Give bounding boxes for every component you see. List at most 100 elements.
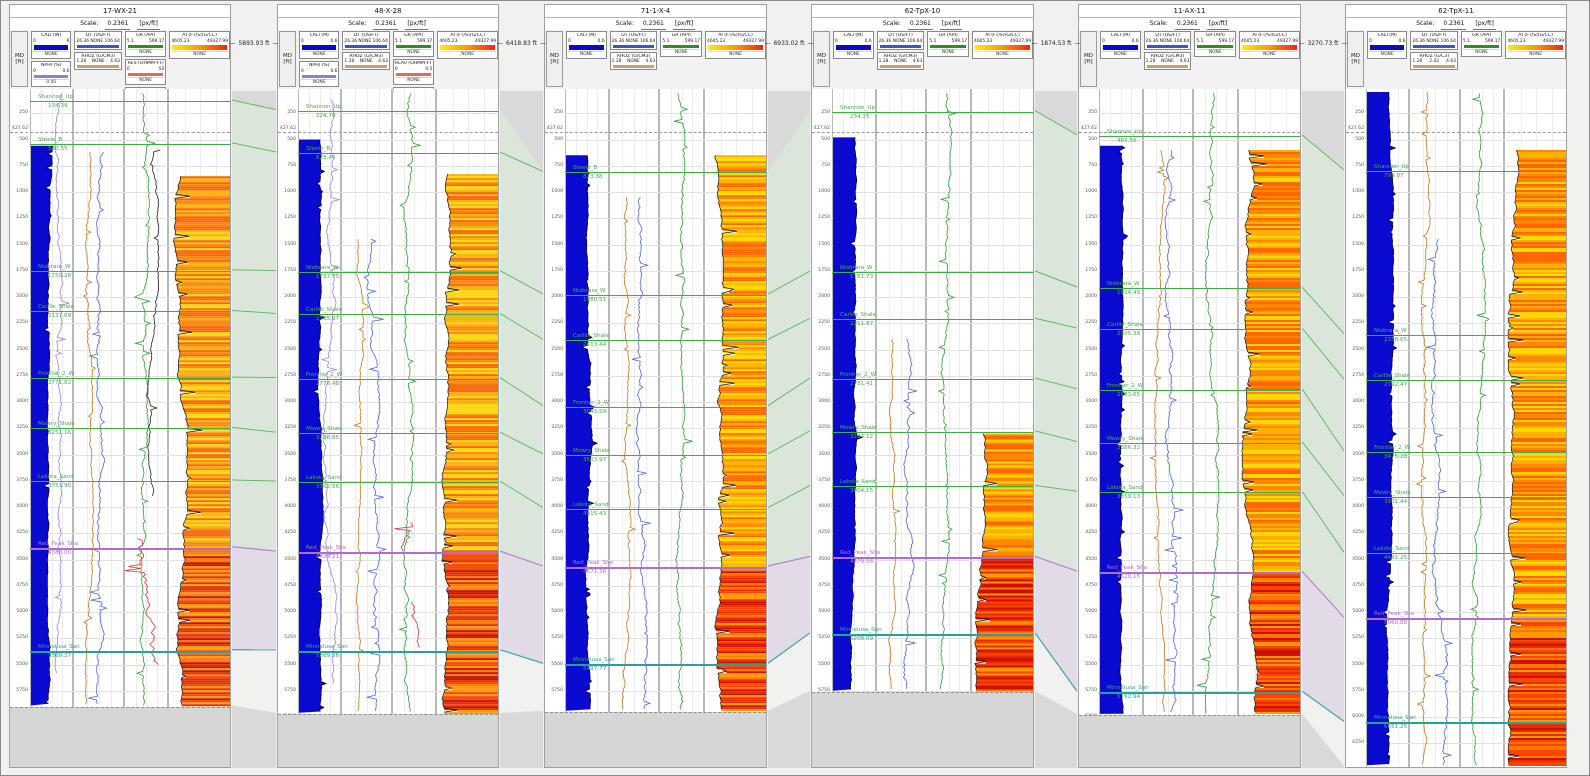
formation-top-line[interactable] [1099, 442, 1300, 444]
formation-top-line[interactable] [30, 143, 230, 145]
formation-top-line[interactable] [30, 270, 230, 272]
formation-top-line[interactable] [1366, 334, 1566, 336]
scale-unit[interactable]: [px/ft] [672, 18, 696, 30]
formation-top-line[interactable] [1099, 492, 1300, 494]
curve-header-box[interactable]: RHOZ (G/CM3) 1.28 NONE 4.63 [1143, 51, 1192, 70]
scale-value[interactable]: 0.2361 [1174, 18, 1200, 30]
ai-heat-band [1247, 272, 1300, 274]
scale-unit[interactable]: [px/ft] [405, 18, 428, 30]
formation-top-line[interactable] [1366, 553, 1566, 555]
formation-top-line[interactable] [565, 454, 766, 456]
scale-unit[interactable]: [px/ft] [1206, 18, 1230, 30]
formation-top-line[interactable] [565, 172, 766, 174]
scale-unit[interactable]: [px/ft] [137, 18, 160, 30]
curve-header-box[interactable]: RES (OHMM-FT) 0 50 NONE [124, 59, 167, 85]
formation-top-line[interactable] [30, 378, 230, 380]
curve-header-box[interactable]: DT (US/FT) 26.36 NONE 106.64 [876, 31, 925, 50]
scale-value[interactable]: 0.2361 [373, 18, 399, 30]
scale-value[interactable]: 0.2361 [640, 18, 666, 30]
ai-heat-band [974, 643, 1033, 646]
formation-top-line[interactable] [298, 152, 498, 154]
curve-header-box[interactable]: AI (FT/S)(G/CC) 4605.23 49327.99 NONE [1505, 31, 1566, 59]
curve-header-box[interactable]: RHOZ (G/CM3) 1.28 NONE 4.63 [342, 51, 390, 70]
log-display-area[interactable]: 250 500 750 1000 1250 1500 1750 2000 2250 2500 275… [1346, 89, 1566, 767]
curve-header-box[interactable]: GR (API) 5.1 599.17 NONE [1194, 31, 1237, 57]
formation-top-line[interactable] [1366, 451, 1566, 453]
curve-header-box[interactable]: GR (API) 5.1 599.17 NONE [660, 31, 703, 57]
scale-unit[interactable]: [px/ft] [1473, 18, 1496, 30]
md-column-header[interactable]: MD [ft] [11, 31, 28, 87]
ai-heat-band [1247, 218, 1300, 220]
formation-top-line[interactable] [30, 428, 230, 430]
curve-header-box[interactable]: NPHI (%) 0 0.6 NONE [299, 61, 340, 87]
formation-top-line[interactable] [298, 271, 498, 273]
curve-header-box[interactable]: DT (US/FT) 26.36 NONE 106.64 [609, 31, 658, 50]
formation-top-line[interactable] [298, 314, 498, 316]
formation-top-line[interactable] [832, 431, 1033, 433]
formation-top-line[interactable] [298, 433, 498, 435]
curve-header-box[interactable]: GR (API) 5.1 599.17 NONE [392, 31, 435, 57]
curve-header-box[interactable]: CALI (M) 0 0.6 NONE [1100, 31, 1141, 59]
formation-top-line[interactable] [565, 294, 766, 296]
curve-header-box[interactable]: CALI (M) 0 0.6 NONE [299, 31, 340, 59]
curve-header-box[interactable]: DT (US/FT) 26.36 NONE 106.64 [1410, 31, 1458, 50]
formation-top-line[interactable] [832, 319, 1033, 321]
log-display-area[interactable]: 250 500 750 1000 1250 1500 1750 2000 2250 2500 275… [545, 89, 766, 767]
curve-header-box[interactable]: CALI (M) 0 0.6 NONE [833, 31, 874, 59]
scale-value[interactable]: 0.2361 [105, 18, 131, 30]
curve-header-box[interactable]: RLA0 (OHMM-FT) 0 0.5 NONE [392, 59, 435, 85]
formation-top-line[interactable] [832, 486, 1033, 488]
well-name-header[interactable]: 71-1-X-4 [545, 5, 766, 18]
scale-unit[interactable]: [px/ft] [939, 18, 963, 30]
scale-value[interactable]: 0.2361 [907, 18, 933, 30]
well-name-header[interactable]: 62-TpX-10 [812, 5, 1033, 18]
log-display-area[interactable]: 250 500 750 1000 1250 1500 1750 2000 2250 2500 275… [812, 89, 1033, 767]
ai-heat-band [978, 595, 1033, 598]
curve-header-box[interactable]: CALI (M) 0 0.6 NONE [1367, 31, 1408, 59]
curve-header-box[interactable]: CALI (IN) 0 6 NONE [31, 31, 72, 59]
well-name-header[interactable]: 11-AX-11 [1079, 5, 1300, 18]
curve-header-box[interactable]: CALI (M) 0 0.6 NONE [566, 31, 607, 59]
formation-top-line[interactable] [298, 482, 498, 484]
well-name-header[interactable]: 17-WX-21 [10, 5, 230, 18]
log-display-area[interactable]: 250 500 750 1000 1250 1500 1750 2000 2250 2500 275… [1079, 89, 1300, 767]
curve-header-box[interactable]: NPHI (%) 0 0.6 0.45 [31, 61, 72, 87]
ai-heat-band [444, 466, 498, 469]
well-name-header[interactable]: 48-X-28 [278, 5, 498, 18]
ai-heat-band [1244, 504, 1300, 506]
formation-top-line[interactable] [1099, 135, 1300, 137]
curve-header-box[interactable]: RHOZ (G/CM3) 1.28 NONE 4.63 [609, 51, 658, 70]
curve-header-box[interactable]: DT (US/FT) 26.36 NONE 106.64 [342, 31, 390, 50]
scale-value[interactable]: 0.2361 [1441, 18, 1467, 30]
curve-scale-values: 4605.23 49327.99 [1507, 39, 1564, 44]
formation-top-line[interactable] [30, 101, 230, 103]
formation-top-line[interactable] [298, 110, 498, 112]
curve-header-box[interactable]: DT (US/FT) 26.36 NONE 106.64 [74, 31, 122, 50]
formation-top-line[interactable] [298, 378, 498, 380]
formation-top-line[interactable] [1099, 329, 1300, 331]
curve-header-box[interactable]: DT (US/FT) 26.36 NONE 106.64 [1143, 31, 1192, 50]
formation-top-line[interactable] [1366, 496, 1566, 498]
log-display-area[interactable]: 250 500 750 1000 1250 1500 1750 2000 2250 2500 275… [10, 89, 230, 767]
formation-top-line[interactable] [832, 379, 1033, 381]
formation-top-line[interactable] [565, 406, 766, 408]
formation-top-line[interactable] [1366, 380, 1566, 382]
formation-top-line[interactable] [565, 340, 766, 342]
formation-top-line[interactable] [1099, 389, 1300, 391]
curve-header-box[interactable]: RHOZ (G/CM3) 1.28 NONE 4.63 [74, 51, 122, 70]
curve-header-box[interactable]: GR (API) 5.1 599.17 NONE [1460, 31, 1503, 57]
formation-top-line[interactable] [1099, 288, 1300, 290]
formation-top-line[interactable] [30, 480, 230, 482]
curve-header-box[interactable]: GR (API) 5.1 599.17 NONE [927, 31, 970, 57]
formation-top-line[interactable] [30, 311, 230, 313]
formation-top-line[interactable] [832, 271, 1033, 273]
curve-header-box[interactable]: GR (API) 5.1 599.17 NONE [124, 31, 167, 57]
formation-top-line[interactable] [565, 508, 766, 510]
curve-header-box[interactable]: RHOZ (G/CM3) 1.28 NONE 4.63 [876, 51, 925, 70]
curve-header-box[interactable]: RHOZ (G/C3) 1.28 2.42 4.63 [1410, 51, 1458, 70]
formation-top-line[interactable] [1366, 170, 1566, 172]
curve-color-rule [612, 44, 655, 48]
log-display-area[interactable]: 250 500 750 1000 1250 1500 1750 2000 2250 2500 275… [278, 89, 498, 767]
well-name-header[interactable]: 62-TpX-11 [1346, 5, 1566, 18]
formation-top-line[interactable] [832, 111, 1033, 113]
